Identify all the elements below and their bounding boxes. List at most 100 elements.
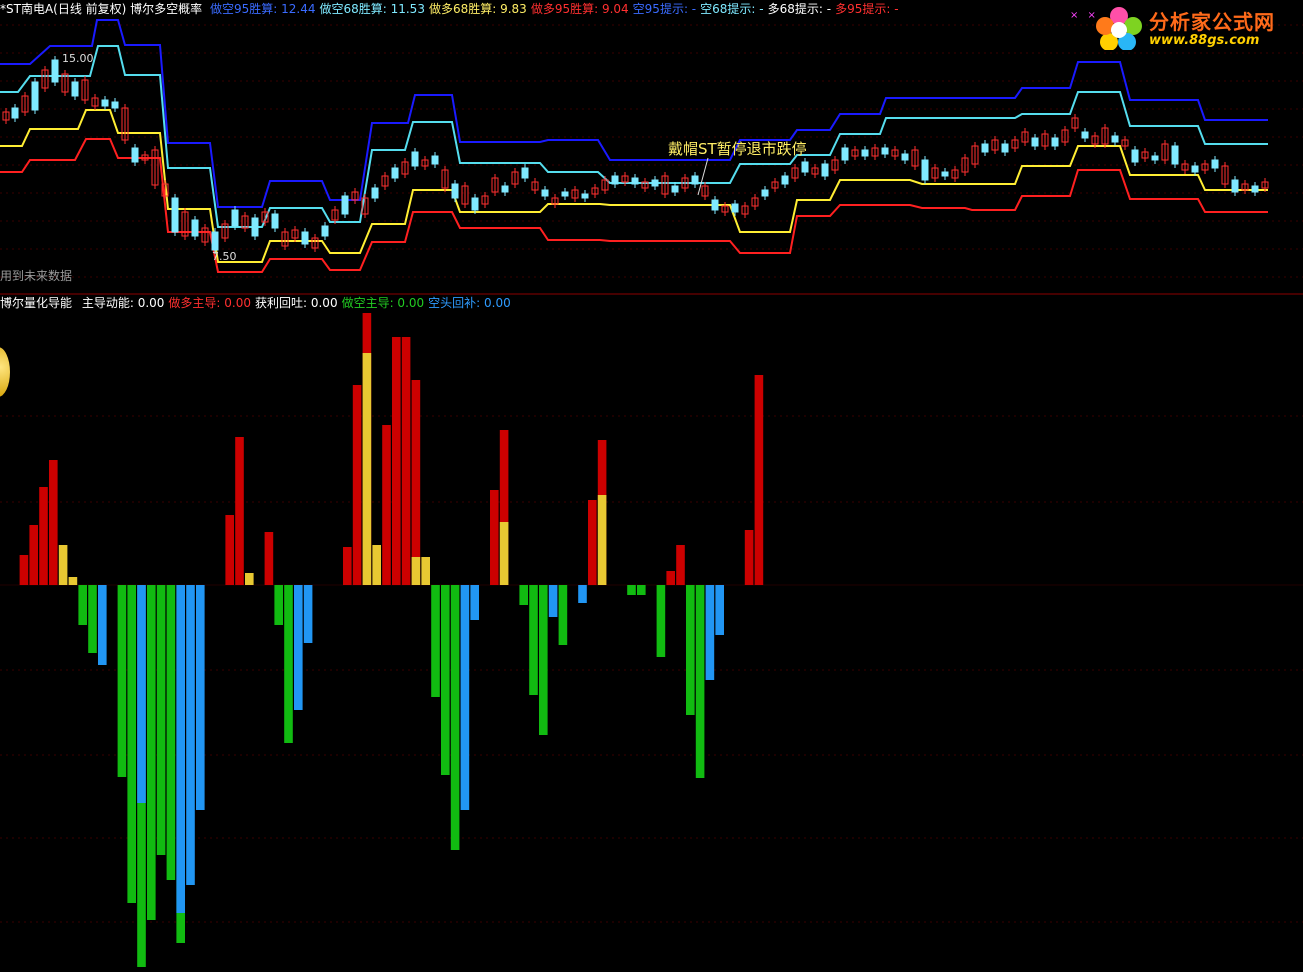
bull-bar [392,337,401,585]
candle-body [1081,131,1089,139]
short-cover-bar [186,585,195,885]
indicator-item-4: 空头回补: 0.00 [428,296,511,310]
bull-bar [666,571,675,585]
bull-bar [411,380,421,585]
high-price-label: 15.00 [62,52,94,65]
bull-bar [352,385,362,585]
short-cover-bar [470,585,479,620]
short-cover-bar [294,585,303,710]
bull-bar [744,530,754,585]
profit-taking-bar [421,557,430,585]
profit-taking-bar [372,545,381,585]
profit-taking-bar [411,557,421,585]
header-item-3: 做多95胜算: 9.04 [530,2,629,16]
candle-body [821,163,829,177]
candle-body [691,175,699,185]
indicator-item-3: 做空主导: 0.00 [341,296,425,310]
candle-body [1251,185,1259,193]
bear-bar [686,585,695,715]
candle-body [251,217,259,237]
candle-body [1171,145,1179,165]
candle-body [111,101,119,109]
candle-body [391,167,399,179]
candle-body [611,175,619,185]
candle-body [541,189,549,197]
bear-bar [450,585,460,850]
bear-bar [274,585,283,625]
bear-bar [695,585,705,778]
bear-bar [88,585,97,653]
candle-body [731,203,739,213]
candle-body [581,193,589,199]
header-item-6: 多68提示: - [767,2,832,16]
chart-canvas [0,19,1303,967]
site-logo: 分析家公式网 www.88gs.com [1095,4,1295,54]
candle-body [711,199,719,211]
short-cover-bar [196,585,205,810]
header-item-5: 空68提示: - [700,2,764,16]
candle-body [1231,179,1239,193]
indicator-item-1: 做多主导: 0.00 [168,296,251,310]
short-cover-bar [715,585,724,635]
short-cover-bar [460,585,470,810]
future-data-note: 用到未来数据 [0,269,73,283]
candle-body [451,183,459,199]
candle-body [101,99,109,107]
candle-body [561,191,569,197]
candle-body [191,219,199,237]
bull-bar [490,490,499,585]
bear-bar [284,585,293,743]
bull-bar [264,532,274,585]
candle-body [1051,137,1059,147]
candle-body [521,167,529,179]
short-cover-bar [705,585,715,680]
candle-body [841,147,849,161]
candle-body [1191,165,1199,173]
candle-body [761,189,769,197]
band-68-upper-line [0,45,1268,228]
candle-body [671,185,679,193]
bear-bar [539,585,548,735]
candle-body [31,81,39,111]
profit-taking-bar [245,573,254,585]
bear-bar [127,585,136,903]
candle-body [231,209,239,227]
bear-bar [656,585,666,657]
candle-body [11,107,19,119]
bull-bar [754,375,764,585]
header-item-2: 做多68胜算: 9.83 [428,2,527,16]
low-price-label: 7.50 [212,250,237,263]
bear-bar [637,585,646,595]
header-item-1: 做空68胜算: 11.53 [319,2,425,16]
candle-body [1131,149,1139,163]
short-cover-bar [98,585,107,665]
candle-body [901,153,909,161]
candle-body [981,143,989,153]
short-cover-bar [578,585,587,603]
indicator-header: 博尔量化导能 主导动能: 0.00 做多主导: 0.00 获利回吐: 0.00 做空主… [0,295,515,311]
candle-body [1031,137,1039,147]
bear-bar [441,585,450,775]
header-item-7: 多95提示: - [835,2,899,16]
candle-body [651,179,659,187]
indicator-title: 博尔量化导能 [0,296,73,310]
candle-body [321,225,329,237]
bull-bar [49,460,58,585]
bear-bar [627,585,636,595]
bull-bar [29,525,38,585]
candle-body [271,213,279,229]
candle-body [371,187,379,199]
candle-body [941,171,949,177]
chart-title: *ST南电A(日线 前复权) 博尔多空概率 [0,2,203,16]
candle-body [801,161,809,173]
candle-body [881,147,889,155]
candle-body [471,197,479,211]
candle-body [921,159,929,181]
bull-bar [588,500,597,585]
bear-bar [529,585,538,695]
bull-bar [382,425,391,585]
bear-bar [431,585,440,697]
bear-bar [519,585,528,605]
short-cover-bar [176,585,185,913]
bear-bar [147,585,156,920]
